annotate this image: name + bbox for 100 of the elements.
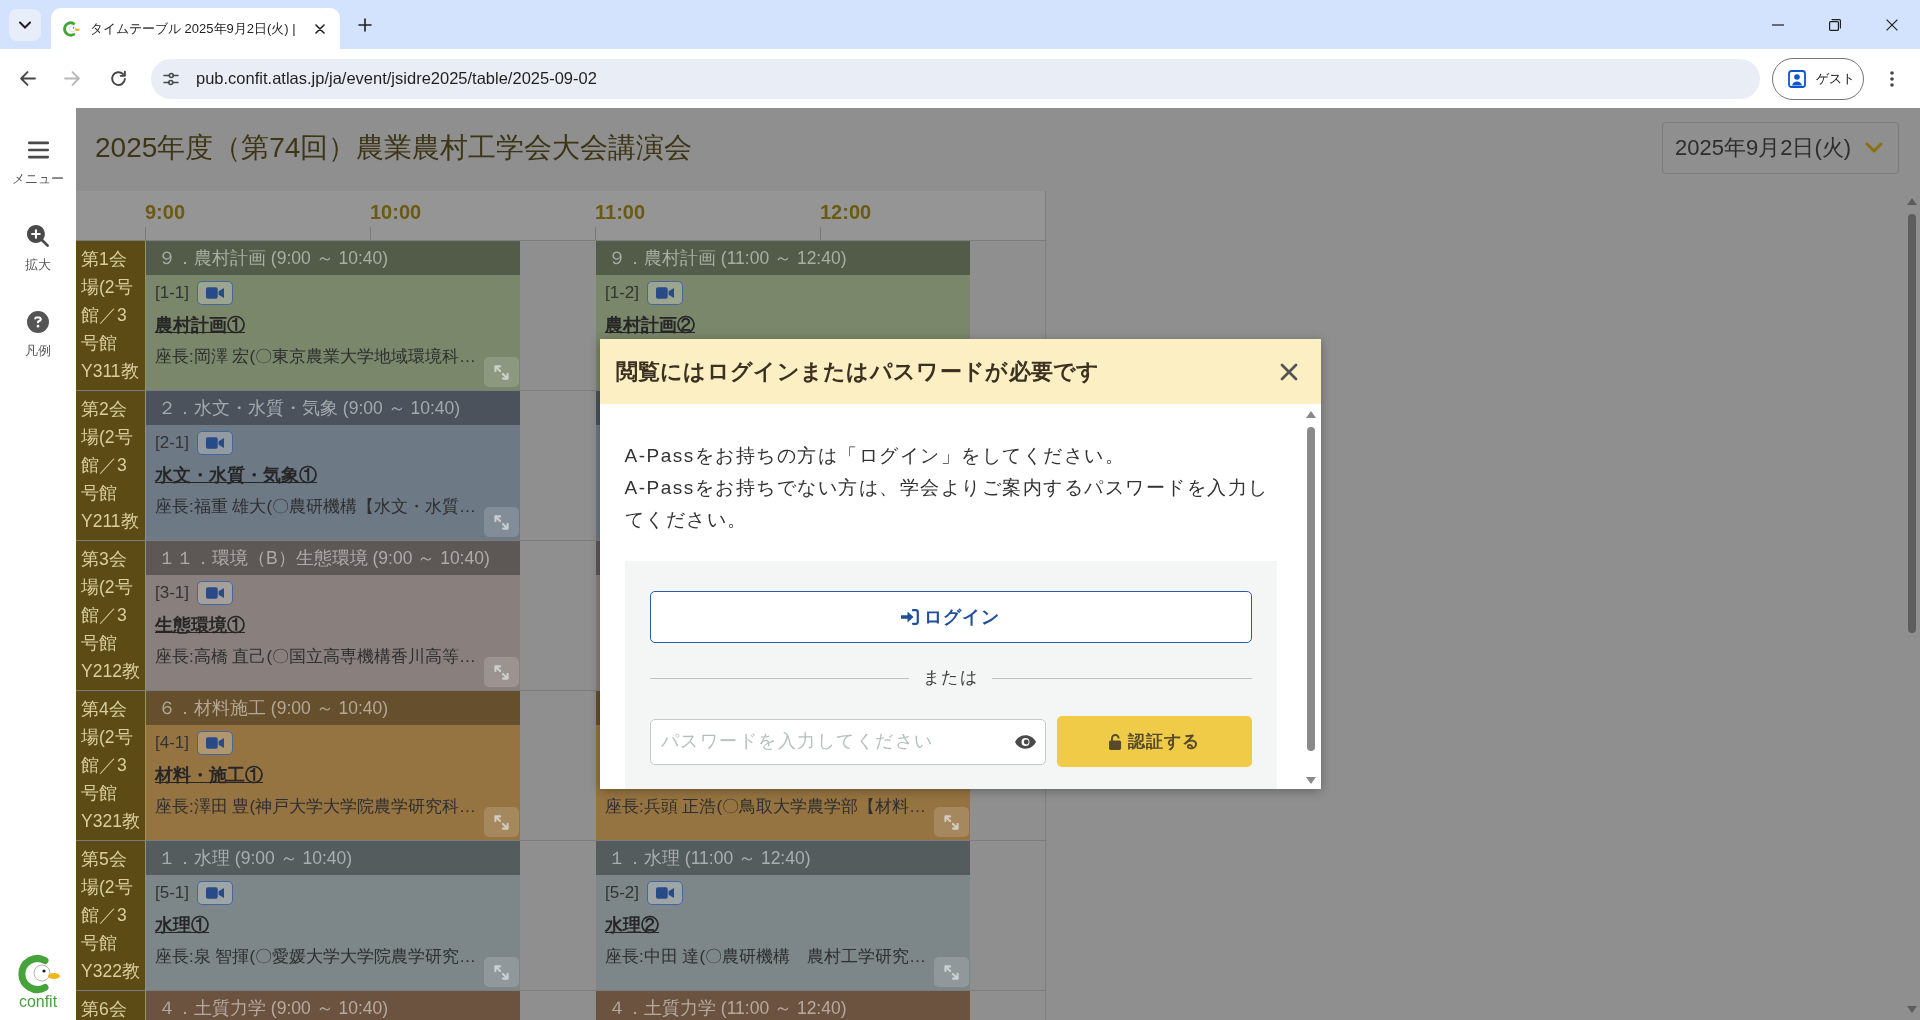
room-header-cell: 第3会場(2号館／3号館Y212教: [76, 541, 145, 690]
session-title-link[interactable]: 水理②: [605, 912, 659, 938]
scroll-down-icon[interactable]: [1306, 777, 1316, 784]
login-button[interactable]: ログイン: [649, 591, 1252, 643]
video-button[interactable]: [197, 731, 234, 755]
page-title: 2025年度（第74回）農業農村工学会大会講演会: [95, 130, 693, 165]
chair-text: 座長:福重 雄大(〇農研機構【水文・水質…: [155, 496, 477, 518]
expand-button[interactable]: [934, 957, 969, 987]
logo-text: confit: [18, 994, 58, 1010]
expand-button[interactable]: [484, 507, 519, 537]
chair-text: 座長:泉 智揮(〇愛媛大学大学院農学研究…: [155, 946, 477, 968]
person-icon: [1788, 69, 1806, 88]
session-code: [5-1]: [155, 882, 190, 904]
scroll-down-icon[interactable]: [1907, 1006, 1917, 1013]
scrollbar-thumb[interactable]: [1908, 214, 1916, 633]
session-title-link[interactable]: 水文・水質・気象①: [155, 462, 317, 488]
plus-icon: [358, 17, 372, 32]
unlock-icon: [1108, 733, 1122, 750]
chevron-down-icon: [19, 20, 31, 29]
video-camera-icon: [206, 887, 225, 899]
room-header-cell: 第4会場(2号館／3号館Y321教: [76, 691, 145, 840]
session-code: [4-1]: [155, 732, 190, 754]
room-header-cell: 第2会場(2号館／3号館Y211教: [76, 391, 145, 540]
session-header: ９．農村計画 (9:00 ～ 10:40): [146, 241, 520, 275]
date-select[interactable]: 2025年9月2日(火): [1662, 121, 1899, 174]
session-header: ４．土質力学 (11:00 ～ 12:40): [596, 991, 970, 1020]
session-title-link[interactable]: 材料・施工①: [155, 762, 263, 788]
menu-icon: [27, 141, 49, 159]
zoom-in-icon: [27, 225, 49, 247]
video-button[interactable]: [197, 881, 234, 905]
video-camera-icon: [206, 287, 225, 299]
logo-icon: [16, 954, 60, 994]
expand-arrows-icon: [494, 814, 509, 830]
video-camera-icon: [206, 587, 225, 599]
session-header: １１．環境（B）生態環境 (9:00 ～ 10:40): [146, 541, 520, 575]
video-camera-icon: [656, 287, 675, 299]
chair-text: 座長:澤田 豊(神戸大学大学院農学研究科…: [155, 796, 477, 818]
time-label: 9:00: [145, 200, 186, 224]
dialog-title: 閲覧にはログインまたはパスワードが必要です: [615, 357, 1100, 386]
tab-search-button[interactable]: [9, 8, 41, 41]
session-title-link[interactable]: 生態環境①: [155, 612, 245, 638]
video-button[interactable]: [647, 281, 684, 305]
session-title-link[interactable]: 農村計画①: [155, 312, 245, 338]
room-header-cell: 第1会場(2号館／3号館Y311教: [76, 241, 145, 390]
legend-button[interactable]: 凡例: [25, 311, 51, 359]
forward-arrow-icon: [63, 70, 81, 87]
session-code: [1-1]: [155, 282, 190, 304]
sign-in-icon: [901, 609, 919, 625]
session-code: [3-1]: [155, 582, 190, 604]
help-icon: [27, 311, 49, 333]
video-camera-icon: [206, 737, 225, 749]
session-header: ４．土質力学 (9:00 ～ 10:40): [146, 991, 520, 1020]
expand-arrows-icon: [944, 964, 959, 980]
scrollbar-thumb[interactable]: [1307, 427, 1315, 751]
dialog-message: A-Passをお持ちの方は「ログイン」をしてください。: [624, 444, 1127, 468]
expand-button[interactable]: [934, 807, 969, 837]
close-icon: [315, 23, 325, 34]
time-label: 12:00: [820, 200, 872, 224]
video-button[interactable]: [197, 581, 234, 605]
session-title-link[interactable]: 農村計画②: [605, 312, 695, 338]
expand-button[interactable]: [484, 357, 519, 387]
authenticate-button[interactable]: 認証する: [1056, 716, 1252, 767]
time-label: 11:00: [595, 200, 646, 224]
video-button[interactable]: [197, 431, 234, 455]
zoom-button[interactable]: 拡大: [25, 225, 51, 273]
expand-arrows-icon: [494, 964, 509, 980]
video-camera-icon: [206, 437, 225, 449]
session-header: ９．農村計画 (11:00 ～ 12:40): [596, 241, 970, 275]
session-title-link[interactable]: 水理①: [155, 912, 209, 938]
address-bar[interactable]: pub.confit.atlas.jp/ja/event/jsidre2025/table/2025-09-02: [151, 58, 1760, 99]
site-settings-icon: [163, 71, 179, 86]
expand-arrows-icon: [494, 514, 509, 530]
menu-button[interactable]: メニュー: [12, 139, 64, 187]
expand-button[interactable]: [484, 957, 519, 987]
browser-tab[interactable]: タイムテーブル 2025年9月2日(火) |: [51, 8, 340, 49]
scroll-up-icon[interactable]: [1306, 411, 1316, 418]
video-button[interactable]: [197, 281, 234, 305]
restore-icon: [1828, 18, 1841, 31]
expand-arrows-icon: [494, 664, 509, 680]
expand-arrows-icon: [944, 814, 959, 830]
video-button[interactable]: [647, 881, 684, 905]
session-code: [5-2]: [605, 882, 640, 904]
chair-text: 座長:岡澤 宏(〇東京農業大学地域環境科…: [155, 346, 477, 368]
session-header: １．水理 (11:00 ～ 12:40): [596, 841, 970, 875]
expand-button[interactable]: [484, 807, 519, 837]
dialog-message: A-Passをお持ちでない方は、学会よりご案内するパスワードを入力してください。: [624, 476, 1270, 532]
session-header: ６．材料施工 (9:00 ～ 10:40): [146, 691, 520, 725]
eye-icon[interactable]: [1014, 734, 1036, 749]
expand-button[interactable]: [484, 657, 519, 687]
password-field[interactable]: パスワードを入力してください: [649, 718, 1046, 765]
reload-icon: [109, 70, 127, 87]
video-camera-icon: [656, 887, 675, 899]
chair-text: 座長:兵頭 正浩(〇鳥取大学農学部【材料…: [605, 796, 927, 818]
room-header-cell: 第6会: [76, 991, 145, 1020]
minimize-icon: [1771, 23, 1784, 26]
scroll-up-icon[interactable]: [1907, 198, 1917, 205]
session-header: １．水理 (9:00 ～ 10:40): [146, 841, 520, 875]
expand-arrows-icon: [494, 364, 509, 380]
more-options-icon: [1890, 70, 1894, 87]
chair-text: 座長:中田 達(〇農研機構 農村工学研究…: [605, 946, 927, 968]
